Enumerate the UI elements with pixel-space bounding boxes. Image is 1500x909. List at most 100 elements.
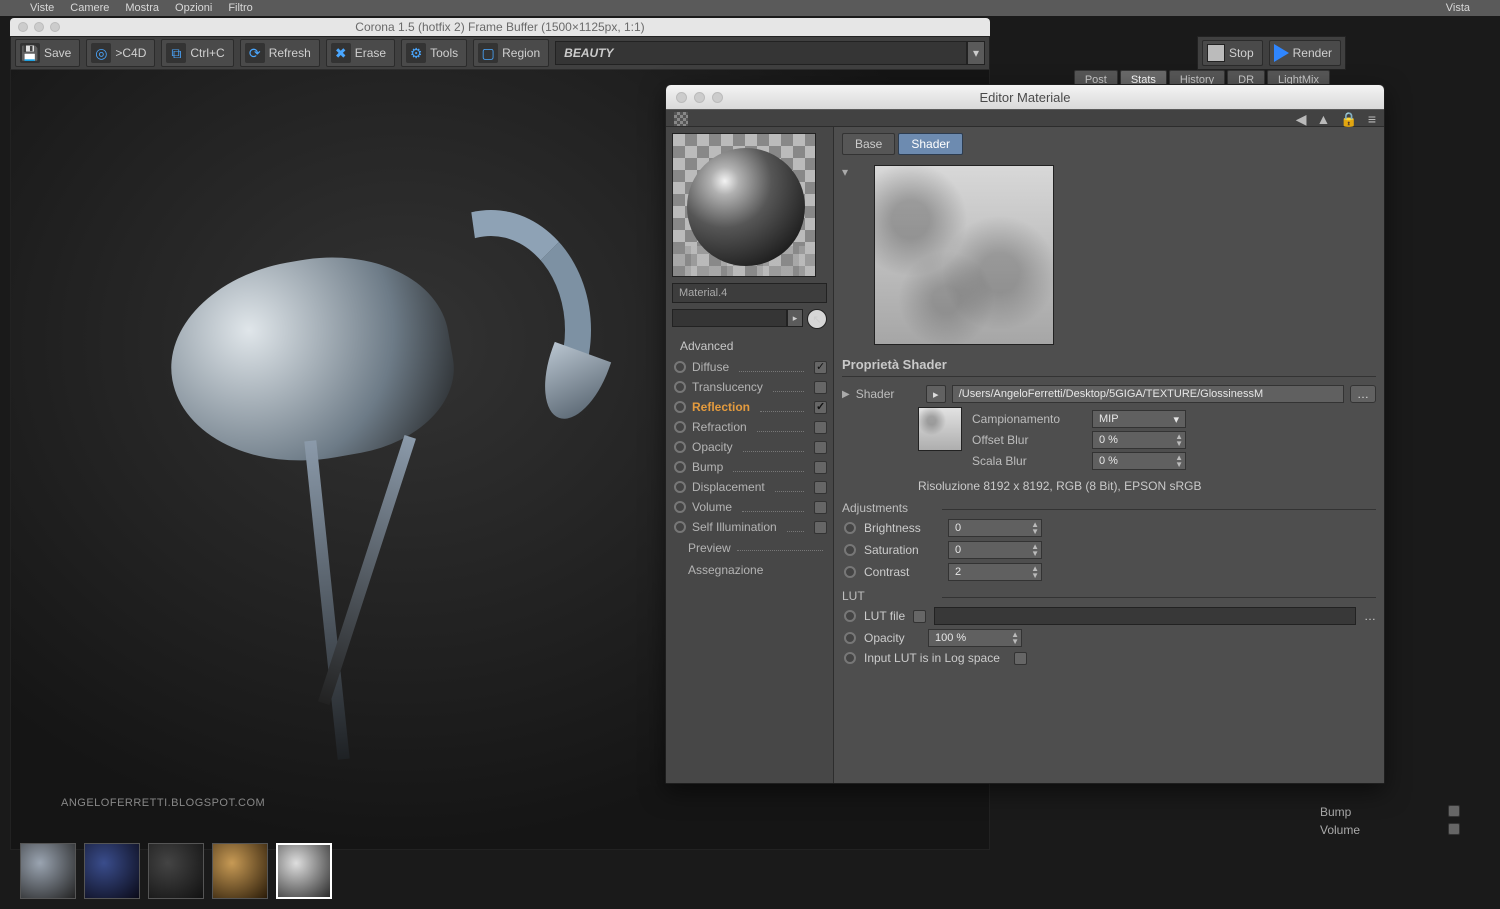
channel-displacement[interactable]: Displacement	[666, 477, 833, 497]
radio-icon[interactable]	[674, 381, 686, 393]
browse-button[interactable]: …	[1350, 385, 1376, 403]
lock-icon[interactable]: 🔒	[1340, 111, 1357, 128]
menu-item[interactable]: Opzioni	[175, 2, 212, 14]
brightness-input[interactable]: 0▲▼	[948, 519, 1042, 537]
material-editor-titlebar[interactable]: Editor Materiale	[666, 85, 1384, 109]
render-pass-select[interactable]: BEAUTY ▾	[555, 41, 985, 65]
window-controls[interactable]	[676, 92, 723, 103]
nav-back-icon[interactable]: ◀	[1296, 111, 1307, 128]
channel-diffuse[interactable]: Diffuse	[666, 357, 833, 377]
render-pass-value[interactable]: BEAUTY	[555, 41, 967, 65]
menu-item[interactable]: Camere	[70, 2, 109, 14]
radio-icon[interactable]	[674, 401, 686, 413]
picker-icon[interactable]: ↖	[807, 309, 827, 329]
checkbox[interactable]	[814, 361, 827, 374]
c4d-button[interactable]: ◎>C4D	[86, 39, 155, 67]
preview-row[interactable]: Preview	[666, 537, 833, 559]
channel-opacity[interactable]: Opacity	[666, 437, 833, 457]
lut-path-field[interactable]	[934, 607, 1356, 625]
material-thumb[interactable]	[148, 843, 204, 899]
channel-self-illumination[interactable]: Self Illumination	[666, 517, 833, 537]
dropdown-icon[interactable]: ▸	[787, 309, 803, 327]
lut-log-check[interactable]	[1014, 652, 1027, 665]
region-button[interactable]: ▢Region	[473, 39, 549, 67]
radio-icon[interactable]	[674, 521, 686, 533]
close-icon[interactable]	[676, 92, 687, 103]
material-thumb[interactable]	[20, 843, 76, 899]
channel-volume[interactable]: Volume	[666, 497, 833, 517]
menu-icon[interactable]: ≡	[1368, 111, 1376, 128]
radio-icon[interactable]	[844, 632, 856, 644]
lut-file-check[interactable]	[913, 610, 926, 623]
radio-icon[interactable]	[674, 421, 686, 433]
channel-translucency[interactable]: Translucency	[666, 377, 833, 397]
scale-blur-input[interactable]: 0 %▲▼	[1092, 452, 1186, 470]
checkbox[interactable]	[814, 461, 827, 474]
zoom-icon[interactable]	[712, 92, 723, 103]
texture-icon[interactable]	[674, 112, 688, 126]
stop-button[interactable]: Stop	[1202, 40, 1263, 66]
frame-buffer-titlebar[interactable]: Corona 1.5 (hotfix 2) Frame Buffer (1500…	[10, 18, 990, 36]
checkbox[interactable]	[814, 481, 827, 494]
radio-icon[interactable]	[844, 544, 856, 556]
radio-icon[interactable]	[674, 361, 686, 373]
checkbox[interactable]	[814, 521, 827, 534]
menu-item[interactable]: Vista	[1446, 2, 1470, 14]
checkbox[interactable]	[814, 381, 827, 394]
radio-icon[interactable]	[674, 481, 686, 493]
channel-refraction[interactable]: Refraction	[666, 417, 833, 437]
channel-bump[interactable]: Bump	[666, 457, 833, 477]
render-button[interactable]: Render	[1269, 40, 1341, 66]
texture-thumb[interactable]	[918, 407, 962, 451]
checkbox[interactable]	[814, 421, 827, 434]
menu-item[interactable]: Filtro	[228, 2, 252, 14]
tab-shader[interactable]: Shader	[898, 133, 963, 155]
material-slot-field[interactable]	[672, 309, 787, 327]
prop-bump-check[interactable]	[1448, 805, 1460, 817]
save-button[interactable]: 💾Save	[15, 39, 80, 67]
radio-icon[interactable]	[844, 610, 856, 622]
material-thumb[interactable]	[84, 843, 140, 899]
checkbox[interactable]	[814, 501, 827, 514]
shader-path-field[interactable]: /Users/AngeloFerretti/Desktop/5GIGA/TEXT…	[952, 385, 1344, 403]
material-preview[interactable]	[672, 133, 816, 277]
sampling-select[interactable]: MIP▾	[1092, 410, 1186, 428]
menu-item[interactable]: Mostra	[125, 2, 159, 14]
window-controls[interactable]	[18, 22, 60, 32]
material-thumb[interactable]	[212, 843, 268, 899]
dropdown-icon[interactable]: ▾	[967, 41, 985, 65]
nav-up-icon[interactable]: ▲	[1317, 111, 1331, 128]
expand-icon[interactable]: ▾	[842, 165, 848, 179]
contrast-input[interactable]: 2▲▼	[948, 563, 1042, 581]
app-menubar[interactable]: Viste Camere Mostra Opzioni Filtro Vista	[0, 0, 1500, 16]
minimize-icon[interactable]	[694, 92, 705, 103]
zoom-icon[interactable]	[50, 22, 60, 32]
radio-icon[interactable]	[674, 441, 686, 453]
erase-button[interactable]: ✖Erase	[326, 39, 395, 67]
texture-preview[interactable]	[874, 165, 1054, 345]
radio-icon[interactable]	[674, 501, 686, 513]
checkbox[interactable]	[814, 441, 827, 454]
close-icon[interactable]	[18, 22, 28, 32]
lut-opacity-input[interactable]: 100 %▲▼	[928, 629, 1022, 647]
radio-icon[interactable]	[844, 522, 856, 534]
copy-button[interactable]: ⧉Ctrl+C	[161, 39, 233, 67]
menu-item[interactable]: Viste	[30, 2, 54, 14]
offset-blur-input[interactable]: 0 %▲▼	[1092, 431, 1186, 449]
prop-volume-check[interactable]	[1448, 823, 1460, 835]
assignment-row[interactable]: Assegnazione	[666, 559, 833, 581]
tab-base[interactable]: Base	[842, 133, 895, 155]
expand-icon[interactable]: ▶	[842, 389, 850, 400]
radio-icon[interactable]	[844, 566, 856, 578]
radio-icon[interactable]	[674, 461, 686, 473]
tools-button[interactable]: ⚙Tools	[401, 39, 467, 67]
material-name-field[interactable]: Material.4	[672, 283, 827, 303]
minimize-icon[interactable]	[34, 22, 44, 32]
radio-icon[interactable]	[844, 652, 856, 664]
channel-reflection[interactable]: Reflection	[666, 397, 833, 417]
refresh-button[interactable]: ⟳Refresh	[240, 39, 320, 67]
saturation-input[interactable]: 0▲▼	[948, 541, 1042, 559]
checkbox[interactable]	[814, 401, 827, 414]
material-thumb-selected[interactable]	[276, 843, 332, 899]
browse-button[interactable]: …	[1364, 609, 1376, 623]
